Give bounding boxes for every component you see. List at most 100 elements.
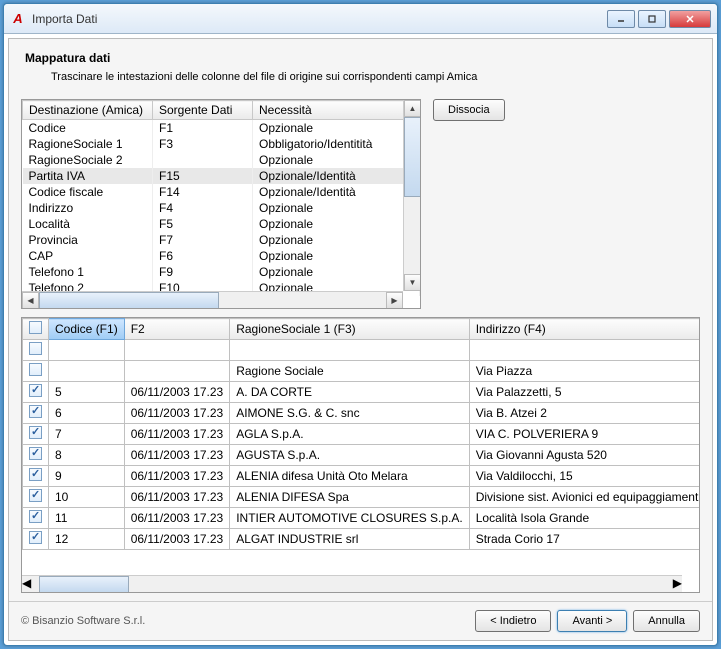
cancel-button[interactable]: Annulla (633, 610, 700, 632)
mapping-row[interactable]: Telefono 1F9Opzionale (23, 264, 420, 280)
table-row[interactable]: 1006/11/2003 17.23ALENIA DIFESA SpaDivis… (23, 487, 701, 508)
table-row[interactable]: Ragione SocialeVia PiazzaLocalità (23, 361, 701, 382)
grid-check-cell[interactable] (23, 424, 49, 445)
table-row[interactable]: 606/11/2003 17.23AIMONE S.G. & C. sncVia… (23, 403, 701, 424)
titlebar[interactable]: A Importa Dati (4, 4, 717, 34)
grid-header-check[interactable] (23, 319, 49, 340)
grid-check-cell[interactable] (23, 508, 49, 529)
mapping-row[interactable]: ProvinciaF7Opzionale (23, 232, 420, 248)
mapping-cell: Località (23, 216, 153, 232)
grid-cell (124, 361, 230, 382)
scroll-down-icon[interactable]: ▼ (404, 274, 420, 291)
table-row[interactable]: 906/11/2003 17.23ALENIA difesa Unità Oto… (23, 466, 701, 487)
grid-header[interactable]: RagioneSociale 1 (F3) (230, 319, 470, 340)
table-row[interactable]: 706/11/2003 17.23AGLA S.p.A.VIA C. POLVE… (23, 424, 701, 445)
grid-check-cell[interactable] (23, 361, 49, 382)
back-button[interactable]: < Indietro (475, 610, 551, 632)
grid-cell: Via Piazza (469, 361, 700, 382)
scroll-thumb[interactable] (404, 117, 420, 197)
grid-cell: Strada Corio 17 (469, 529, 700, 550)
page-instruction: Trascinare le intestazioni delle colonne… (51, 71, 696, 83)
grid-scrollbar-horizontal[interactable]: ◀ ▶ (22, 575, 682, 592)
checkbox-icon[interactable] (29, 384, 42, 397)
table-row[interactable]: 1106/11/2003 17.23INTIER AUTOMOTIVE CLOS… (23, 508, 701, 529)
scroll-up-icon[interactable]: ▲ (404, 100, 420, 117)
mapping-cell: Opzionale/Identità (253, 184, 420, 200)
grid-cell: Via Valdilocchi, 15 (469, 466, 700, 487)
grid-check-cell[interactable] (23, 403, 49, 424)
table-row[interactable] (23, 340, 701, 361)
mapping-cell: F1 (153, 120, 253, 137)
scroll-right-icon[interactable]: ▶ (673, 576, 682, 590)
checkbox-icon[interactable] (29, 405, 42, 418)
table-row[interactable]: 506/11/2003 17.23A. DA CORTEVia Palazzet… (23, 382, 701, 403)
mapping-cell: RagioneSociale 1 (23, 136, 153, 152)
grid-header[interactable]: Indirizzo (F4) (469, 319, 700, 340)
next-button[interactable]: Avanti > (557, 610, 627, 632)
grid-cell: Località Isola Grande (469, 508, 700, 529)
mapping-row[interactable]: Codice fiscaleF14Opzionale/Identità (23, 184, 420, 200)
table-row[interactable]: 1206/11/2003 17.23ALGAT INDUSTRIE srlStr… (23, 529, 701, 550)
checkbox-icon[interactable] (29, 447, 42, 460)
checkbox-icon[interactable] (29, 321, 42, 334)
grid-cell: Via Giovanni Agusta 520 (469, 445, 700, 466)
grid-cell (124, 340, 230, 361)
grid-cell (469, 340, 700, 361)
mapping-row[interactable]: IndirizzoF4Opzionale (23, 200, 420, 216)
dissocia-button[interactable]: Dissocia (433, 99, 505, 121)
mapping-table[interactable]: Destinazione (Amica) Sorgente Dati Neces… (21, 99, 421, 309)
mapping-cell: CAP (23, 248, 153, 264)
grid-check-cell[interactable] (23, 487, 49, 508)
table-row[interactable]: 806/11/2003 17.23AGUSTA S.p.A.Via Giovan… (23, 445, 701, 466)
page-title: Mappatura dati (25, 51, 696, 65)
mapping-cell: F14 (153, 184, 253, 200)
grid-cell (49, 340, 125, 361)
mapping-col-need[interactable]: Necessità (253, 101, 420, 120)
footer: © Bisanzio Software S.r.l. < Indietro Av… (9, 601, 712, 640)
data-grid[interactable]: Codice (F1)F2RagioneSociale 1 (F3)Indiri… (21, 317, 700, 593)
mapping-cell: Opzionale (253, 120, 420, 137)
grid-check-cell[interactable] (23, 382, 49, 403)
checkbox-icon[interactable] (29, 342, 42, 355)
grid-check-cell[interactable] (23, 340, 49, 361)
scroll-left-icon[interactable]: ◀ (22, 576, 31, 590)
checkbox-icon[interactable] (29, 363, 42, 376)
checkbox-icon[interactable] (29, 510, 42, 523)
grid-check-cell[interactable] (23, 529, 49, 550)
scroll-thumb[interactable] (39, 576, 129, 593)
mapping-row[interactable]: LocalitàF5Opzionale (23, 216, 420, 232)
grid-check-cell[interactable] (23, 466, 49, 487)
client-area: Mappatura dati Trascinare le intestazion… (8, 38, 713, 641)
close-button[interactable] (669, 10, 711, 28)
grid-cell: AIMONE S.G. & C. snc (230, 403, 470, 424)
maximize-button[interactable] (638, 10, 666, 28)
grid-cell: 06/11/2003 17.23 (124, 445, 230, 466)
grid-check-cell[interactable] (23, 445, 49, 466)
grid-cell: A. DA CORTE (230, 382, 470, 403)
mapping-cell (153, 152, 253, 168)
minimize-button[interactable] (607, 10, 635, 28)
scroll-thumb[interactable] (39, 292, 219, 308)
mapping-row[interactable]: Partita IVAF15Opzionale/Identità (23, 168, 420, 184)
mapping-row[interactable]: RagioneSociale 2Opzionale (23, 152, 420, 168)
checkbox-icon[interactable] (29, 531, 42, 544)
grid-header[interactable]: Codice (F1) (49, 319, 125, 340)
grid-cell: 7 (49, 424, 125, 445)
mapping-col-dest[interactable]: Destinazione (Amica) (23, 101, 153, 120)
mapping-row[interactable]: CodiceF1Opzionale (23, 120, 420, 137)
mapping-scrollbar-horizontal[interactable]: ◀ ▶ (22, 291, 403, 308)
checkbox-icon[interactable] (29, 489, 42, 502)
grid-cell: Divisione sist. Avionici ed equipaggiame… (469, 487, 700, 508)
mapping-col-src[interactable]: Sorgente Dati (153, 101, 253, 120)
checkbox-icon[interactable] (29, 426, 42, 439)
mapping-cell: Codice fiscale (23, 184, 153, 200)
grid-header[interactable]: F2 (124, 319, 230, 340)
mapping-cell: RagioneSociale 2 (23, 152, 153, 168)
mapping-row[interactable]: CAPF6Opzionale (23, 248, 420, 264)
checkbox-icon[interactable] (29, 468, 42, 481)
scroll-right-icon[interactable]: ▶ (386, 292, 403, 308)
mapping-scrollbar-vertical[interactable]: ▲ ▼ (403, 100, 420, 291)
scroll-left-icon[interactable]: ◀ (22, 292, 39, 308)
mapping-row[interactable]: RagioneSociale 1F3Obbligatorio/Identitit… (23, 136, 420, 152)
grid-cell: Ragione Sociale (230, 361, 470, 382)
